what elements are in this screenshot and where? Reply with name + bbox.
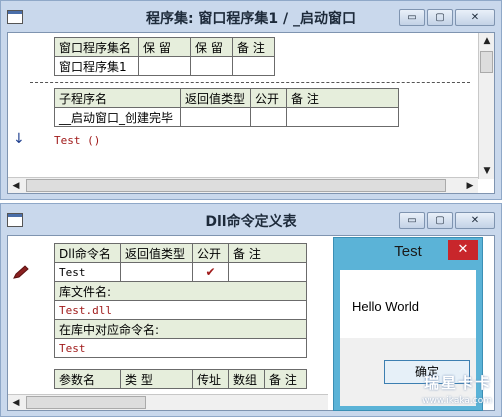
reserved-cell-1[interactable]	[138, 56, 191, 76]
horizontal-scrollbar[interactable]: ◀	[8, 394, 328, 410]
reserved-header-1: 保 留	[138, 37, 191, 57]
param-byref-header: 传址	[192, 369, 229, 389]
remark-header: 备 注	[232, 37, 275, 57]
sub-remark-header: 备 注	[286, 88, 399, 108]
assembly-name-header: 窗口程序集名	[54, 37, 139, 57]
code-window: 程序集: 窗口程序集1 / _启动窗口 ▭ ▢ ✕ 窗口程序集名 保 留 保 留…	[0, 0, 502, 200]
lib-command-label: 在库中对应命令名:	[54, 319, 307, 339]
message-box-body: Hello World	[340, 270, 476, 338]
return-type-header: 返回值类型	[180, 88, 251, 108]
dll-name-header: Dll命令名	[54, 243, 121, 263]
dll-table: Dll命令名 返回值类型 公开 备 注 Test ✔ 库文件名: Test.dl…	[54, 243, 307, 358]
lib-file-value[interactable]: Test.dll	[54, 300, 307, 320]
remark-cell[interactable]	[232, 56, 275, 76]
dll-return-type-header: 返回值类型	[120, 243, 193, 263]
watermark-logo: 瑞星卡卡 www.ikaka.com	[350, 372, 498, 416]
reserved-header-2: 保 留	[190, 37, 233, 57]
horizontal-scroll-thumb[interactable]	[26, 179, 446, 192]
lib-file-label: 库文件名:	[54, 281, 307, 301]
dll-public-header: 公开	[192, 243, 229, 263]
close-button[interactable]: ✕	[455, 212, 495, 229]
section-divider	[30, 82, 470, 83]
param-type-header: 类 型	[120, 369, 193, 389]
message-text: Hello World	[352, 299, 419, 314]
param-array-header: 数组	[228, 369, 265, 389]
dll-remark-header: 备 注	[228, 243, 307, 263]
scroll-down-icon[interactable]: ▼	[479, 163, 494, 179]
current-line-arrow-icon: ↓	[13, 131, 25, 147]
minimize-button[interactable]: ▭	[399, 9, 425, 26]
assembly-name-cell[interactable]: 窗口程序集1	[54, 56, 139, 76]
dll-remark-cell[interactable]	[228, 262, 307, 282]
vertical-scrollbar[interactable]: ▲ ▼	[478, 33, 494, 179]
horizontal-scrollbar[interactable]: ◀ ▶	[8, 177, 478, 193]
dll-name-cell[interactable]: Test	[54, 262, 121, 282]
watermark-brand: 瑞星卡卡	[423, 374, 492, 392]
param-name-header: 参数名	[54, 369, 121, 389]
reserved-cell-2[interactable]	[190, 56, 233, 76]
close-button[interactable]: ✕	[455, 9, 495, 26]
scroll-right-icon[interactable]: ▶	[462, 178, 478, 193]
horizontal-scroll-thumb[interactable]	[26, 396, 146, 409]
lib-command-value[interactable]: Test	[54, 338, 307, 358]
code-window-titlebar[interactable]: 程序集: 窗口程序集1 / _启动窗口 ▭ ▢ ✕	[1, 1, 501, 31]
scroll-left-icon[interactable]: ◀	[8, 178, 24, 193]
public-cell[interactable]	[250, 107, 287, 127]
subroutine-table: 子程序名 返回值类型 公开 备 注 __启动窗口_创建完毕	[54, 88, 399, 127]
code-editor[interactable]: 窗口程序集名 保 留 保 留 备 注 窗口程序集1 子程序名 返回值类型 公开 …	[7, 32, 495, 194]
dll-window-titlebar[interactable]: Dll命令定义表 ▭ ▢ ✕	[1, 204, 501, 234]
param-remark-header: 备 注	[264, 369, 307, 389]
maximize-button[interactable]: ▢	[427, 9, 453, 26]
scroll-up-icon[interactable]: ▲	[479, 33, 494, 49]
pencil-icon	[13, 265, 29, 279]
vertical-scroll-thumb[interactable]	[480, 51, 493, 73]
public-header: 公开	[250, 88, 287, 108]
watermark-url: www.ikaka.com	[422, 396, 492, 406]
scroll-left-icon[interactable]: ◀	[8, 395, 24, 410]
subroutine-name-cell[interactable]: __启动窗口_创建完毕	[54, 107, 181, 127]
code-line[interactable]: Test ()	[54, 134, 100, 147]
return-type-cell[interactable]	[180, 107, 251, 127]
param-header-table: 参数名 类 型 传址 数组 备 注	[54, 369, 307, 389]
public-checkmark-icon[interactable]: ✔	[192, 262, 229, 282]
dll-return-type-cell[interactable]	[120, 262, 193, 282]
sub-remark-cell[interactable]	[286, 107, 399, 127]
maximize-button[interactable]: ▢	[427, 212, 453, 229]
message-box-close-button[interactable]: ✕	[448, 240, 478, 260]
minimize-button[interactable]: ▭	[399, 212, 425, 229]
subroutine-name-header: 子程序名	[54, 88, 181, 108]
assembly-table: 窗口程序集名 保 留 保 留 备 注 窗口程序集1	[54, 37, 275, 76]
